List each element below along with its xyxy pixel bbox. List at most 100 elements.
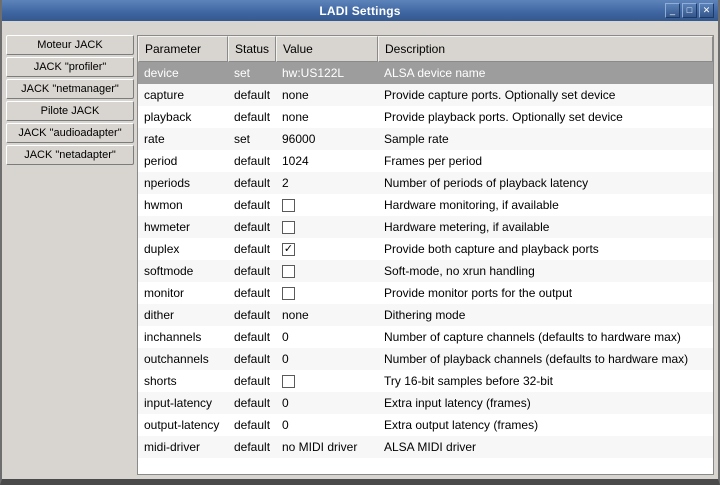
value-cell: 0 (276, 326, 378, 348)
value-cell: none (276, 304, 378, 326)
table-row[interactable]: shortsdefaultTry 16-bit samples before 3… (138, 370, 713, 392)
status-cell: default (228, 392, 276, 414)
sidebar-item-jack-audioadapter[interactable]: JACK "audioadapter" (6, 123, 134, 143)
ladi-settings-window: LADI Settings _ □ ✕ Moteur JACKJACK "pro… (0, 0, 720, 485)
status-cell: default (228, 370, 276, 392)
status-cell: default (228, 216, 276, 238)
description-cell: Provide capture ports. Optionally set de… (378, 84, 713, 106)
status-cell: default (228, 172, 276, 194)
description-cell: Provide monitor ports for the output (378, 282, 713, 304)
parameter-cell: output-latency (138, 414, 228, 436)
description-cell: ALSA device name (378, 62, 713, 84)
sidebar-item-jack-netadapter[interactable]: JACK "netadapter" (6, 145, 134, 165)
table-body: devicesethw:US122LALSA device namecaptur… (138, 62, 713, 474)
status-cell: default (228, 194, 276, 216)
table-row[interactable]: devicesethw:US122LALSA device name (138, 62, 713, 84)
table-row[interactable]: midi-driverdefaultno MIDI driverALSA MID… (138, 436, 713, 458)
value-cell (276, 216, 378, 238)
sidebar: Moteur JACKJACK "profiler"JACK "netmanag… (6, 35, 134, 167)
table-row[interactable]: softmodedefault Soft-mode, no xrun handli… (138, 260, 713, 282)
status-cell: default (228, 84, 276, 106)
title-bar[interactable]: LADI Settings _ □ ✕ (2, 0, 718, 21)
sidebar-item-pilote-jack[interactable]: Pilote JACK (6, 101, 134, 121)
parameter-cell: hwmon (138, 194, 228, 216)
value-cell: 1024 (276, 150, 378, 172)
parameter-cell: hwmeter (138, 216, 228, 238)
sidebar-item-moteur-jack[interactable]: Moteur JACK (6, 35, 134, 55)
table-row[interactable]: output-latencydefault0Extra output laten… (138, 414, 713, 436)
value-cell: 96000 (276, 128, 378, 150)
description-cell: Extra output latency (frames) (378, 414, 713, 436)
table-row[interactable]: rateset96000Sample rate (138, 128, 713, 150)
checkbox-unchecked[interactable] (282, 199, 295, 212)
description-cell: Soft-mode, no xrun handling (378, 260, 713, 282)
description-cell: ALSA MIDI driver (378, 436, 713, 458)
table-row[interactable]: capturedefaultnoneProvide capture ports.… (138, 84, 713, 106)
column-header-description[interactable]: Description (378, 36, 713, 62)
description-cell: Extra input latency (frames) (378, 392, 713, 414)
table-row[interactable]: playbackdefaultnoneProvide playback port… (138, 106, 713, 128)
parameter-cell: shorts (138, 370, 228, 392)
description-cell: Number of playback channels (defaults to… (378, 348, 713, 370)
parameter-cell: dither (138, 304, 228, 326)
value-cell: no MIDI driver (276, 436, 378, 458)
status-cell: default (228, 150, 276, 172)
minimize-button[interactable]: _ (665, 3, 680, 18)
table-header: ParameterStatusValueDescription (138, 36, 713, 62)
checkbox-checked[interactable]: ✓ (282, 243, 295, 256)
table-row[interactable]: duplexdefault✓Provide both capture and p… (138, 238, 713, 260)
window-controls: _ □ ✕ (665, 3, 714, 18)
status-cell: set (228, 128, 276, 150)
table-row[interactable]: monitordefault Provide monitor ports for … (138, 282, 713, 304)
table-row[interactable]: input-latencydefault0Extra input latency… (138, 392, 713, 414)
status-cell: default (228, 304, 276, 326)
parameter-cell: input-latency (138, 392, 228, 414)
status-cell: default (228, 238, 276, 260)
description-cell: Frames per period (378, 150, 713, 172)
status-cell: set (228, 62, 276, 84)
sidebar-item-jack-netmanager[interactable]: JACK "netmanager" (6, 79, 134, 99)
status-cell: default (228, 436, 276, 458)
value-cell (276, 282, 378, 304)
description-cell: Hardware monitoring, if available (378, 194, 713, 216)
value-cell: ✓ (276, 238, 378, 260)
checkbox-unchecked[interactable] (282, 287, 295, 300)
parameter-cell: period (138, 150, 228, 172)
status-cell: default (228, 106, 276, 128)
description-cell: Provide both capture and playback ports (378, 238, 713, 260)
value-cell: hw:US122L (276, 62, 378, 84)
column-header-value[interactable]: Value (276, 36, 378, 62)
table-row[interactable]: inchannelsdefault0Number of capture chan… (138, 326, 713, 348)
description-cell: Sample rate (378, 128, 713, 150)
close-icon: ✕ (703, 6, 711, 15)
value-cell: none (276, 84, 378, 106)
table-row[interactable]: hwmeterdefaultHardware metering, if avai… (138, 216, 713, 238)
parameter-cell: device (138, 62, 228, 84)
value-cell (276, 370, 378, 392)
column-header-status[interactable]: Status (228, 36, 276, 62)
table-row[interactable]: perioddefault1024Frames per period (138, 150, 713, 172)
close-button[interactable]: ✕ (699, 3, 714, 18)
description-cell: Dithering mode (378, 304, 713, 326)
checkbox-unchecked[interactable] (282, 265, 295, 278)
parameter-cell: softmode (138, 260, 228, 282)
table-row[interactable]: outchannelsdefault0Number of playback ch… (138, 348, 713, 370)
description-cell: Provide playback ports. Optionally set d… (378, 106, 713, 128)
status-cell: default (228, 260, 276, 282)
status-cell: default (228, 326, 276, 348)
checkbox-unchecked[interactable] (282, 375, 295, 388)
sidebar-item-jack-profiler[interactable]: JACK "profiler" (6, 57, 134, 77)
minimize-icon: _ (670, 6, 675, 15)
maximize-icon: □ (687, 6, 692, 15)
status-cell: default (228, 348, 276, 370)
parameter-cell: monitor (138, 282, 228, 304)
table-row[interactable]: ditherdefaultnoneDithering mode (138, 304, 713, 326)
maximize-button[interactable]: □ (682, 3, 697, 18)
table-row[interactable]: hwmondefault Hardware monitoring, if avai… (138, 194, 713, 216)
table-row[interactable]: nperiodsdefault2Number of periods of pla… (138, 172, 713, 194)
value-cell (276, 194, 378, 216)
status-cell: default (228, 282, 276, 304)
checkbox-unchecked[interactable] (282, 221, 295, 234)
column-header-parameter[interactable]: Parameter (138, 36, 228, 62)
value-cell: 2 (276, 172, 378, 194)
